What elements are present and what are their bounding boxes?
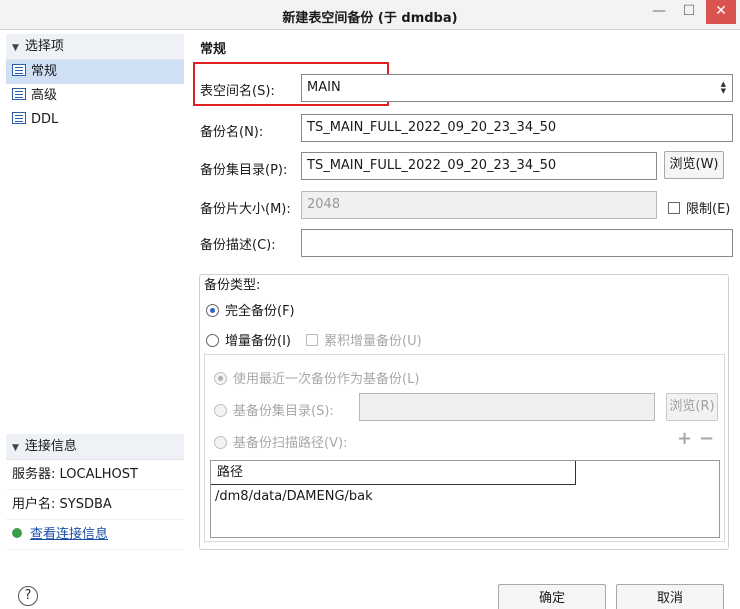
minimize-button[interactable]: — bbox=[646, 0, 672, 24]
ok-button[interactable]: 确定 bbox=[498, 584, 606, 609]
backup-type-legend: 备份类型: bbox=[204, 278, 261, 293]
backup-dir-label: 备份集目录(P): bbox=[200, 163, 288, 178]
full-backup-radio[interactable] bbox=[206, 304, 219, 317]
document-icon bbox=[12, 64, 26, 76]
server-info: 服务器: LOCALHOST bbox=[6, 460, 184, 490]
scan-path-label: 基备份扫描路径(V): bbox=[233, 436, 348, 451]
full-backup-label: 完全备份(F) bbox=[225, 304, 295, 319]
description-input[interactable] bbox=[301, 229, 733, 257]
add-path-button[interactable]: + bbox=[677, 428, 692, 449]
base-dir-radio[interactable] bbox=[214, 404, 227, 417]
use-latest-option[interactable]: 使用最近一次备份作为基备份(L) bbox=[214, 368, 419, 387]
close-button[interactable]: ✕ bbox=[706, 0, 736, 24]
base-dir-label: 基备份集目录(S): bbox=[233, 404, 334, 419]
description-label: 备份描述(C): bbox=[200, 238, 276, 253]
backup-name-label: 备份名(N): bbox=[200, 125, 264, 140]
incremental-backup-option[interactable]: 增量备份(I) bbox=[206, 330, 291, 349]
cumulative-label: 累积增量备份(U) bbox=[324, 334, 422, 349]
main-form: 常规 表空间名(S): MAIN ▲ ▼ 备份名(N): TS_MAIN_FULL… bbox=[190, 34, 738, 556]
remove-path-button[interactable]: − bbox=[699, 428, 714, 449]
dialog-footer: ? 确定 取消 bbox=[0, 570, 740, 609]
use-latest-radio[interactable] bbox=[214, 372, 227, 385]
view-connection-link[interactable]: 查看连接信息 bbox=[30, 527, 108, 542]
connection-icon bbox=[12, 528, 22, 538]
piece-size-input[interactable]: 2048 bbox=[301, 191, 657, 219]
window-title: 新建表空间备份 (于 dmdba) bbox=[282, 11, 458, 26]
cumulative-option[interactable]: 累积增量备份(U) bbox=[306, 330, 422, 349]
backup-name-input[interactable]: TS_MAIN_FULL_2022_09_20_23_34_50 bbox=[301, 114, 733, 142]
sidebar-item-label: 高级 bbox=[31, 88, 58, 103]
connection-info-panel: ▼ 连接信息 服务器: LOCALHOST 用户名: SYSDBA 查看连接信息 bbox=[6, 434, 184, 550]
scan-path-option[interactable]: 基备份扫描路径(V): bbox=[214, 432, 347, 451]
sidebar-item-ddl[interactable]: DDL bbox=[6, 108, 184, 132]
base-dir-option[interactable]: 基备份集目录(S): bbox=[214, 400, 334, 419]
incremental-backup-radio[interactable] bbox=[206, 334, 219, 347]
tablespace-value: MAIN bbox=[307, 80, 341, 95]
collapse-triangle-icon[interactable]: ▼ bbox=[12, 443, 19, 453]
limit-checkbox-row[interactable]: 限制(E) bbox=[668, 198, 730, 217]
tablespace-label: 表空间名(S): bbox=[200, 84, 275, 99]
maximize-button[interactable]: ☐ bbox=[676, 0, 702, 24]
help-icon[interactable]: ? bbox=[18, 586, 38, 606]
use-latest-label: 使用最近一次备份作为基备份(L) bbox=[233, 372, 420, 387]
general-group-title: 常规 bbox=[200, 42, 227, 57]
sidebar-item-label: 常规 bbox=[31, 64, 58, 79]
backup-dir-input[interactable]: TS_MAIN_FULL_2022_09_20_23_34_50 bbox=[301, 152, 657, 180]
sidebar-item-advanced[interactable]: 高级 bbox=[6, 84, 184, 108]
sidebar-item-general[interactable]: 常规 bbox=[6, 60, 184, 84]
title-bar: 新建表空间备份 (于 dmdba) — ☐ ✕ bbox=[0, 0, 740, 30]
options-section-header[interactable]: ▼ 选择项 bbox=[6, 34, 184, 60]
full-backup-option[interactable]: 完全备份(F) bbox=[206, 300, 295, 319]
cancel-button[interactable]: 取消 bbox=[616, 584, 724, 609]
browse-r-button[interactable]: 浏览(R) bbox=[666, 393, 718, 421]
browse-button[interactable]: 浏览(W) bbox=[664, 151, 724, 179]
user-info: 用户名: SYSDBA bbox=[6, 490, 184, 520]
connection-section-title: 连接信息 bbox=[24, 439, 77, 454]
document-icon bbox=[12, 112, 26, 124]
path-column-header[interactable]: 路径 bbox=[211, 461, 576, 485]
document-icon bbox=[12, 88, 26, 100]
tablespace-combobox[interactable]: MAIN ▲ ▼ bbox=[301, 74, 733, 102]
sidebar: ▼ 选择项 常规 高级 DDL ▼ 连接信息 服务器: LOCALHOST 用户名:… bbox=[6, 34, 184, 556]
table-row[interactable]: /dm8/data/DAMENG/bak bbox=[215, 489, 373, 504]
piece-size-label: 备份片大小(M): bbox=[200, 202, 291, 217]
limit-label: 限制(E) bbox=[686, 202, 731, 217]
scan-path-radio[interactable] bbox=[214, 436, 227, 449]
scan-path-table: 路径 /dm8/data/DAMENG/bak bbox=[210, 460, 720, 538]
base-dir-input[interactable] bbox=[359, 393, 655, 421]
limit-checkbox[interactable] bbox=[668, 202, 680, 214]
view-connection-row: 查看连接信息 bbox=[6, 520, 184, 550]
options-section-title: 选择项 bbox=[24, 39, 64, 54]
sidebar-item-label: DDL bbox=[31, 112, 59, 127]
updown-arrows-icon[interactable]: ▲ ▼ bbox=[721, 81, 726, 95]
collapse-triangle-icon[interactable]: ▼ bbox=[12, 43, 19, 53]
incremental-backup-label: 增量备份(I) bbox=[225, 334, 291, 349]
cumulative-checkbox[interactable] bbox=[306, 334, 318, 346]
connection-section-header[interactable]: ▼ 连接信息 bbox=[6, 434, 184, 460]
